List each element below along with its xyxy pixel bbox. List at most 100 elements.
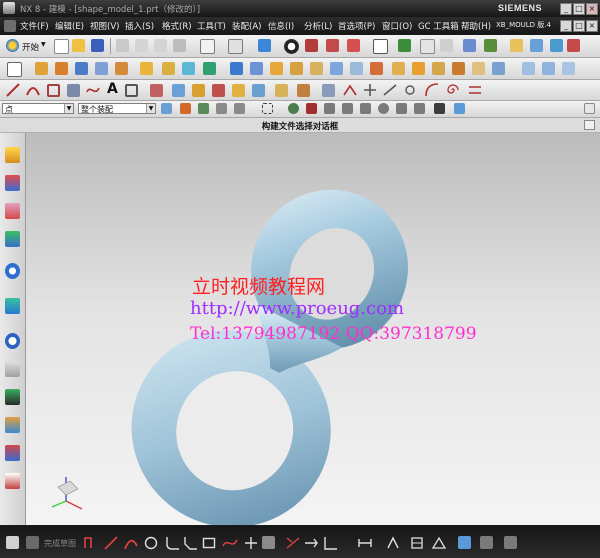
through-curves-icon[interactable]	[522, 62, 535, 75]
sketch-dimension-icon[interactable]	[358, 536, 372, 550]
show-icon[interactable]	[347, 39, 360, 52]
section-view-icon[interactable]	[305, 39, 318, 52]
fit-view-icon[interactable]	[200, 39, 215, 54]
dialog-dock-icon[interactable]	[584, 120, 595, 130]
color-icon[interactable]	[550, 39, 563, 52]
divide-curve-icon[interactable]	[363, 83, 377, 97]
document-icon[interactable]	[4, 20, 16, 32]
web-browser-icon[interactable]	[5, 263, 20, 279]
sketch-chamfer-icon[interactable]	[184, 536, 198, 550]
menu-insert[interactable]: 插入(S)	[125, 20, 154, 32]
revolve-icon[interactable]	[55, 62, 68, 75]
intersect-icon[interactable]	[270, 62, 283, 75]
menu-analysis[interactable]: 分析(L)	[304, 20, 332, 32]
split-body-icon[interactable]	[392, 62, 405, 75]
chamfer-icon[interactable]	[310, 62, 323, 75]
part-navigator-icon[interactable]	[5, 203, 20, 219]
profile-icon[interactable]	[84, 536, 98, 550]
render-style-icon[interactable]	[284, 39, 299, 54]
snap-midpoint-icon[interactable]	[306, 103, 317, 114]
thicken-icon[interactable]	[472, 62, 485, 75]
arc-icon[interactable]	[26, 83, 40, 97]
polygon-icon[interactable]	[67, 84, 80, 97]
mirror-icon[interactable]	[452, 62, 465, 75]
sketch-offset-icon[interactable]	[262, 536, 275, 549]
point-set-icon[interactable]	[403, 83, 417, 97]
snap-center-icon[interactable]	[360, 103, 371, 114]
curve-rule-icon[interactable]	[216, 103, 227, 114]
copy-icon[interactable]	[135, 39, 148, 52]
sketch-circle-icon[interactable]	[144, 536, 158, 550]
start-dropdown-chevron-icon[interactable]: ▼	[41, 41, 46, 48]
menu-tools[interactable]: 工具(T)	[197, 20, 226, 32]
type-filter-select[interactable]: 点 ▼	[2, 103, 74, 114]
offset-curve-icon[interactable]	[150, 84, 163, 97]
sew-icon[interactable]	[492, 62, 505, 75]
wcs-icon[interactable]	[420, 39, 435, 54]
sketch-line-icon[interactable]	[104, 536, 118, 550]
sketch-fillet-icon[interactable]	[166, 536, 180, 550]
orient-view-icon[interactable]	[228, 39, 243, 54]
snap-bounded-grid-icon[interactable]	[454, 103, 465, 114]
snap-on-face-icon[interactable]	[434, 103, 445, 114]
trim-body-icon[interactable]	[370, 62, 383, 75]
inferred-constraints-icon[interactable]	[504, 536, 517, 549]
maximize-window-button[interactable]: □	[573, 3, 585, 15]
shaded-cube-icon[interactable]	[258, 39, 271, 52]
menu-help[interactable]: 帮助(H)	[461, 20, 491, 32]
menu-format[interactable]: 格式(R)	[162, 20, 192, 32]
delete-icon[interactable]	[173, 39, 186, 52]
sketch-arc-icon[interactable]	[124, 536, 138, 550]
measure-icon[interactable]	[440, 39, 453, 52]
cut-icon[interactable]	[116, 39, 129, 52]
extract-curve-icon[interactable]	[252, 84, 265, 97]
finish-sketch-label[interactable]: 完成草图	[44, 538, 76, 549]
open-folder-icon[interactable]	[72, 39, 85, 52]
curve-length-icon[interactable]	[383, 83, 397, 97]
start-button[interactable]: 开始	[22, 41, 39, 53]
shell-icon[interactable]	[330, 62, 343, 75]
spiral-icon[interactable]	[446, 83, 460, 97]
minimize-window-button[interactable]: _	[560, 3, 572, 15]
roles-icon[interactable]	[5, 389, 20, 405]
general-selection-filter-icon[interactable]	[161, 103, 172, 114]
join-curve-icon[interactable]	[232, 84, 245, 97]
extrude-icon[interactable]	[35, 62, 48, 75]
quick-trim-icon[interactable]	[286, 536, 300, 550]
swept-icon[interactable]	[542, 62, 555, 75]
history-icon[interactable]	[5, 298, 20, 314]
draft-icon[interactable]	[350, 62, 363, 75]
palette-icon[interactable]	[5, 445, 20, 461]
layer-settings-icon[interactable]	[398, 39, 411, 52]
face-rule-icon[interactable]	[234, 103, 245, 114]
paste-icon[interactable]	[154, 39, 167, 52]
sketch-task-icon[interactable]	[6, 536, 19, 549]
analysis-icon[interactable]	[484, 39, 497, 52]
snap-endpoint-icon[interactable]	[288, 103, 299, 114]
bridge-curve-icon[interactable]	[212, 84, 225, 97]
snap-view-icon[interactable]	[463, 39, 476, 52]
hole-icon[interactable]	[75, 62, 88, 75]
rectangle-icon[interactable]	[47, 84, 60, 97]
finish-sketch-icon[interactable]	[26, 536, 39, 549]
menu-gc-toolkit[interactable]: GC 工具箱	[418, 20, 459, 32]
menu-view[interactable]: 视图(V)	[90, 20, 119, 32]
feature-selection-icon[interactable]	[180, 103, 191, 114]
background-icon[interactable]	[373, 39, 388, 54]
datum-csys-icon[interactable]	[203, 62, 216, 75]
sketch-point-icon[interactable]	[244, 536, 258, 550]
start-icon[interactable]	[6, 39, 19, 52]
menu-edit[interactable]: 编辑(E)	[55, 20, 84, 32]
reuse-library-icon[interactable]	[5, 231, 20, 247]
edit-curve-icon[interactable]	[343, 83, 357, 97]
system-materials-icon[interactable]	[5, 417, 20, 433]
chevron-down-icon[interactable]: ▼	[64, 104, 73, 113]
auto-constraints-icon[interactable]	[410, 536, 424, 550]
datum-plane-icon[interactable]	[182, 62, 195, 75]
snap-control-point-icon[interactable]	[324, 103, 335, 114]
process-studio-icon[interactable]	[5, 361, 20, 377]
geometric-constraints-icon[interactable]	[386, 536, 400, 550]
select-all-icon[interactable]	[198, 103, 209, 114]
offset-face-icon[interactable]	[412, 62, 425, 75]
make-corner-icon[interactable]	[324, 536, 338, 550]
